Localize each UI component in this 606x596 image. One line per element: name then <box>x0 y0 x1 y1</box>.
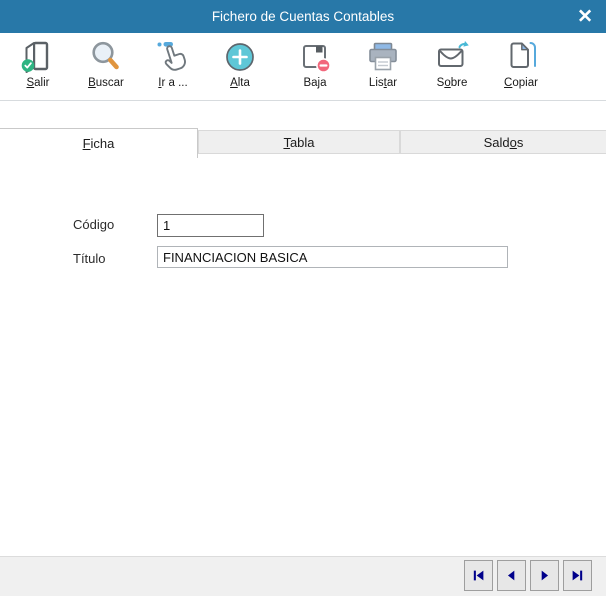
tab-bar: Ficha Tabla Saldos <box>0 128 606 158</box>
last-record-icon <box>570 568 585 583</box>
add-circle-icon <box>222 39 258 75</box>
goto-hand-icon <box>155 39 191 75</box>
envelope-icon <box>434 39 470 75</box>
previous-record-button[interactable] <box>497 560 526 591</box>
dialog-window: Fichero de Cuentas Contables ✕ Salir Bus… <box>0 0 606 596</box>
bottom-bar <box>0 556 606 596</box>
first-record-button[interactable] <box>464 560 493 591</box>
printer-icon <box>365 39 401 75</box>
toolbar-button-buscar[interactable]: Buscar <box>75 39 137 89</box>
toolbar-button-alta[interactable]: Alta <box>209 39 271 89</box>
exit-door-icon <box>20 39 56 75</box>
toolbar-button-salir[interactable]: Salir <box>7 39 69 89</box>
toolbar: Salir Buscar Ir a ... Alta <box>0 33 606 101</box>
toolbar-label-sobre: Sobre <box>421 77 483 89</box>
toolbar-label-salir: Salir <box>7 77 69 89</box>
search-icon <box>88 39 124 75</box>
toolbar-label-copiar: Copiar <box>490 77 552 89</box>
codigo-input[interactable] <box>157 214 264 237</box>
codigo-label: Código <box>73 217 114 232</box>
tab-saldos[interactable]: Saldos <box>400 130 606 154</box>
next-record-button[interactable] <box>530 560 559 591</box>
toolbar-button-listar[interactable]: Listar <box>352 39 414 89</box>
copy-icon <box>503 39 539 75</box>
toolbar-label-baja: Baja <box>284 77 346 89</box>
toolbar-button-sobre[interactable]: Sobre <box>421 39 483 89</box>
titulo-label: Título <box>73 251 106 266</box>
previous-record-icon <box>504 568 519 583</box>
toolbar-button-baja[interactable]: Baja <box>284 39 346 89</box>
toolbar-button-copiar[interactable]: Copiar <box>490 39 552 89</box>
titulo-input[interactable] <box>157 246 508 268</box>
last-record-button[interactable] <box>563 560 592 591</box>
toolbar-label-buscar: Buscar <box>75 77 137 89</box>
dialog-title: Fichero de Cuentas Contables <box>212 9 394 24</box>
close-icon[interactable]: ✕ <box>577 7 593 26</box>
tab-tabla[interactable]: Tabla <box>198 130 400 154</box>
toolbar-label-ir-a: Ir a ... <box>142 77 204 89</box>
titlebar: Fichero de Cuentas Contables ✕ <box>0 0 606 33</box>
tab-ficha[interactable]: Ficha <box>0 128 198 158</box>
toolbar-label-listar: Listar <box>352 77 414 89</box>
toolbar-label-alta: Alta <box>209 77 271 89</box>
toolbar-button-ir-a[interactable]: Ir a ... <box>142 39 204 89</box>
next-record-icon <box>537 568 552 583</box>
remove-box-icon <box>297 39 333 75</box>
first-record-icon <box>471 568 486 583</box>
